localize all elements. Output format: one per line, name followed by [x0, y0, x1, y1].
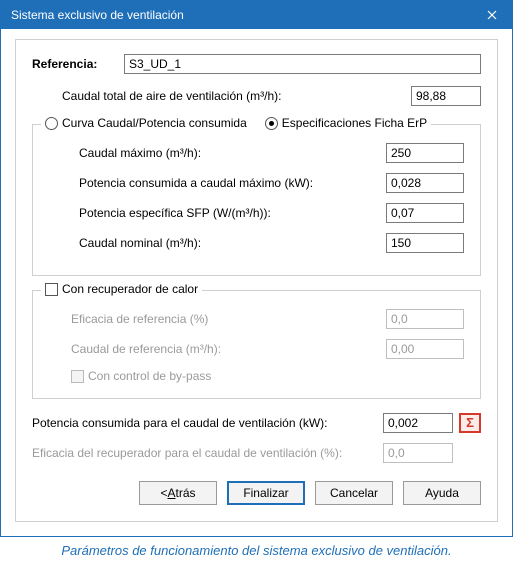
close-button[interactable] [472, 1, 512, 29]
client-area: Referencia: Caudal total de aire de vent… [1, 29, 512, 536]
reference-label: Referencia: [32, 57, 124, 71]
max-flow-row: Caudal máximo (m³/h): [49, 143, 464, 163]
back-button[interactable]: < Atrás [139, 481, 217, 505]
dialog-window: Sistema exclusivo de ventilación Referen… [0, 0, 513, 537]
help-button[interactable]: Ayuda [403, 481, 481, 505]
heat-recovery-group: Con recuperador de calor Eficacia de ref… [32, 290, 481, 399]
radio-curve-label: Curva Caudal/Potencia consumida [62, 116, 247, 130]
total-airflow-label: Caudal total de aire de ventilación (m³/… [62, 89, 411, 103]
radio-icon [45, 117, 58, 130]
finish-button[interactable]: Finalizar [227, 481, 305, 505]
checkbox-icon [71, 370, 84, 383]
recovery-flow-input [386, 339, 464, 359]
close-icon [487, 10, 497, 20]
spec-mode-legend: Curva Caudal/Potencia consumida Especifi… [41, 116, 431, 130]
recov-eff-result-input [383, 443, 453, 463]
bypass-row: Con control de by-pass [49, 369, 464, 386]
bypass-label: Con control de by-pass [88, 369, 211, 383]
nominal-flow-input[interactable] [386, 233, 464, 253]
max-power-label: Potencia consumida a caudal máximo (kW): [79, 176, 386, 190]
bypass-checkbox: Con control de by-pass [71, 369, 211, 383]
heat-recovery-checkbox[interactable]: Con recuperador de calor [45, 282, 198, 296]
recov-eff-result-row: Eficacia del recuperador para el caudal … [32, 443, 481, 463]
recov-eff-result-label: Eficacia del recuperador para el caudal … [32, 446, 383, 460]
nominal-flow-row: Caudal nominal (m³/h): [49, 233, 464, 253]
heat-recovery-label: Con recuperador de calor [62, 282, 198, 296]
checkbox-icon [45, 283, 58, 296]
sfp-label: Potencia específica SFP (W/(m³/h)): [79, 206, 386, 220]
recovery-flow-label: Caudal de referencia (m³/h): [71, 342, 386, 356]
form-panel: Referencia: Caudal total de aire de vent… [15, 39, 498, 522]
consumed-power-label: Potencia consumida para el caudal de ven… [32, 416, 383, 430]
max-power-row: Potencia consumida a caudal máximo (kW): [49, 173, 464, 193]
max-flow-label: Caudal máximo (m³/h): [79, 146, 386, 160]
radio-erp[interactable]: Especificaciones Ficha ErP [265, 116, 427, 130]
titlebar: Sistema exclusivo de ventilación [1, 1, 512, 29]
consumed-power-row: Potencia consumida para el caudal de ven… [32, 413, 481, 433]
radio-curve[interactable]: Curva Caudal/Potencia consumida [45, 116, 247, 130]
cancel-button[interactable]: Cancelar [315, 481, 393, 505]
consumed-power-input[interactable] [383, 413, 453, 433]
total-airflow-input[interactable] [411, 86, 481, 106]
sigma-button[interactable]: Σ [459, 413, 481, 433]
window-title: Sistema exclusivo de ventilación [11, 8, 472, 22]
max-power-input[interactable] [386, 173, 464, 193]
recovery-eff-row: Eficacia de referencia (%) [49, 309, 464, 329]
recovery-eff-input [386, 309, 464, 329]
sigma-icon: Σ [466, 415, 474, 430]
reference-row: Referencia: [32, 54, 481, 74]
button-row: < Atrás Finalizar Cancelar Ayuda [32, 481, 481, 505]
radio-icon [265, 117, 278, 130]
sfp-row: Potencia específica SFP (W/(m³/h)): [49, 203, 464, 223]
nominal-flow-label: Caudal nominal (m³/h): [79, 236, 386, 250]
recovery-eff-label: Eficacia de referencia (%) [71, 312, 386, 326]
reference-input[interactable] [124, 54, 481, 74]
radio-erp-label: Especificaciones Ficha ErP [282, 116, 427, 130]
total-airflow-row: Caudal total de aire de ventilación (m³/… [32, 86, 481, 106]
spec-mode-group: Curva Caudal/Potencia consumida Especifi… [32, 124, 481, 276]
sfp-input[interactable] [386, 203, 464, 223]
heat-recovery-legend: Con recuperador de calor [41, 282, 202, 296]
figure-caption: Parámetros de funcionamiento del sistema… [0, 543, 513, 558]
max-flow-input[interactable] [386, 143, 464, 163]
recovery-flow-row: Caudal de referencia (m³/h): [49, 339, 464, 359]
